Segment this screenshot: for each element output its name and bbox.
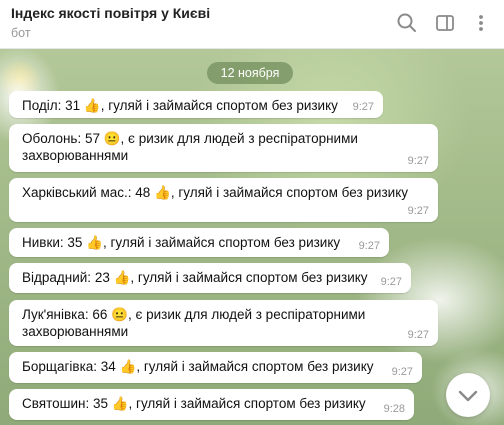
message-time: 9:27 [358, 240, 380, 252]
message-bubble[interactable]: Борщагівка: 34 👍, гуляй і займайся спорт… [9, 352, 422, 383]
message-time: 9:27 [407, 155, 429, 167]
message-bubble[interactable]: Оболонь: 57 😐, є ризик для людей з респі… [9, 124, 438, 172]
message-text: Оболонь: 57 😐, є ризик для людей з респі… [22, 131, 358, 163]
date-separator: 12 ноября [207, 62, 293, 84]
sidebar-toggle-icon[interactable] [434, 12, 456, 34]
message-text: Святошин: 35 👍, гуляй і займайся спортом… [22, 396, 366, 411]
message-text: Лук'янівка: 66 😐, є ризик для людей з ре… [22, 307, 366, 339]
scroll-down-button[interactable] [446, 373, 490, 417]
message-bubble[interactable]: Харківський мас.: 48 👍, гуляй і займайся… [9, 178, 438, 222]
message-text: Нивки: 35 👍, гуляй і займайся спортом бе… [22, 235, 341, 250]
message-time: 9:27 [352, 101, 374, 113]
message-time: 9:27 [380, 276, 402, 288]
chat-title[interactable]: Індекс якості повітря у Києві [11, 5, 210, 21]
message-bubble[interactable]: Нивки: 35 👍, гуляй і займайся спортом бе… [9, 228, 389, 257]
message-bubble[interactable]: Лук'янівка: 66 😐, є ризик для людей з ре… [9, 300, 438, 346]
message-text: Відрадний: 23 👍, гуляй і займайся спорто… [22, 270, 368, 285]
message-bubble[interactable]: Поділ: 31 👍, гуляй і займайся спортом бе… [9, 91, 383, 118]
chat-header: Індекс якості повітря у Києві бот [0, 0, 504, 49]
search-icon[interactable] [396, 12, 418, 34]
message-time: 9:27 [407, 205, 429, 217]
message-text: Борщагівка: 34 👍, гуляй і займайся спорт… [22, 359, 374, 374]
message-time: 9:27 [391, 366, 413, 378]
message-text: Харківський мас.: 48 👍, гуляй і займайся… [22, 185, 408, 200]
more-icon[interactable] [470, 12, 492, 34]
message-bubble[interactable]: Святошин: 35 👍, гуляй і займайся спортом… [9, 389, 414, 420]
message-time: 9:28 [383, 403, 405, 415]
chevron-down-icon [458, 390, 478, 402]
message-text: Поділ: 31 👍, гуляй і займайся спортом бе… [22, 98, 338, 113]
chat-subtitle: бот [11, 26, 31, 40]
message-time: 9:27 [407, 329, 429, 341]
message-bubble[interactable]: Відрадний: 23 👍, гуляй і займайся спорто… [9, 263, 411, 293]
